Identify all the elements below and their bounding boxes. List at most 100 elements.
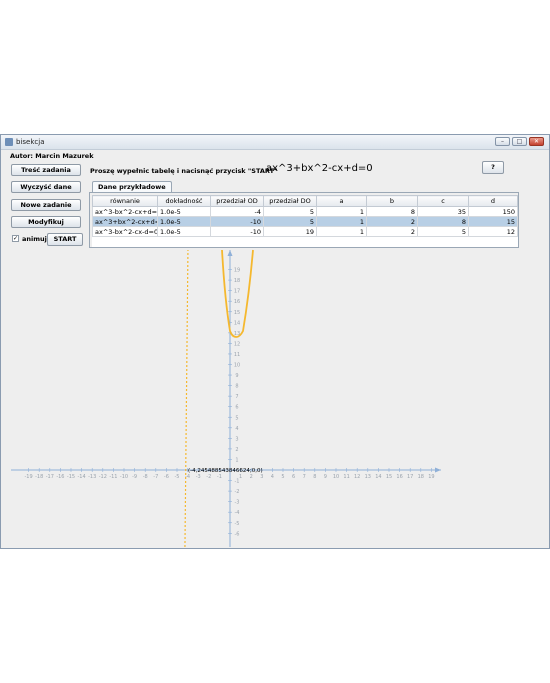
x-tick-label: -13 [88, 474, 96, 480]
x-tick-label: 7 [303, 474, 306, 480]
function-curve [184, 249, 254, 548]
x-axis-arrow [435, 467, 441, 473]
table-cell[interactable]: 15 [468, 216, 518, 227]
x-tick-label: -17 [46, 474, 54, 480]
table-cell[interactable]: -4 [210, 206, 264, 217]
y-tick-label: -2 [235, 489, 240, 495]
x-tick-label: 10 [333, 474, 339, 480]
x-tick-label: -8 [143, 474, 148, 480]
column-header[interactable]: równanie [92, 195, 158, 207]
y-tick-label: 14 [234, 320, 240, 326]
table-cell[interactable]: 1.0e-5 [157, 226, 211, 237]
y-tick-label: 15 [234, 310, 240, 316]
x-tick-label: -2 [206, 474, 211, 480]
table-cell[interactable]: 5 [263, 216, 317, 227]
table-cell[interactable]: 12 [468, 226, 518, 237]
title-bar: bisekcja – □ ✕ [1, 135, 549, 150]
x-tick-label: -3 [196, 474, 201, 480]
author-label: Autor: Marcin Mazurek [10, 152, 94, 160]
column-header[interactable]: c [417, 195, 469, 207]
window-title: bisekcja [16, 138, 45, 146]
column-header[interactable]: a [316, 195, 367, 207]
y-tick-label: 5 [235, 415, 238, 421]
table-cell[interactable]: -10 [210, 216, 264, 227]
y-axis: 19181716151413121110987654321-1-2-3-4-5-… [227, 250, 240, 547]
column-header[interactable]: przedział DO [263, 195, 317, 207]
x-tick-label: -14 [78, 474, 86, 480]
y-tick-label: 18 [234, 278, 240, 284]
table-cell[interactable]: 2 [366, 226, 418, 237]
x-tick-label: 16 [396, 474, 402, 480]
column-header[interactable]: dokładność [157, 195, 211, 207]
new-task-button[interactable]: Nowe zadanie [11, 199, 81, 211]
modify-button[interactable]: Modyfikuj [11, 216, 81, 228]
tab-panel: równanie dokładność przedział OD przedział … [89, 192, 519, 248]
x-tick-label: 11 [343, 474, 349, 480]
table-cell[interactable]: 1 [316, 226, 367, 237]
table-cell[interactable]: 2 [366, 216, 418, 227]
x-tick-label: -18 [35, 474, 43, 480]
function-plot: -19 -18 -17 -16 -15 -14 -13 -12 -11 -10 -9 -8 -7 -6 -5… [11, 249, 441, 548]
close-button[interactable]: ✕ [529, 137, 544, 146]
table-cell[interactable]: 5 [263, 206, 317, 217]
y-tick-label: -1 [235, 479, 240, 485]
y-tick-label: 3 [235, 436, 238, 442]
x-tick-label: -6 [164, 474, 169, 480]
table-cell[interactable]: 1 [316, 206, 367, 217]
minimize-button[interactable]: – [495, 137, 510, 146]
x-tick-label: -16 [56, 474, 64, 480]
table-cell[interactable]: 150 [468, 206, 518, 217]
dashed-function-curve [184, 249, 189, 548]
task-content-button[interactable]: Treść zadania [11, 164, 81, 176]
y-tick-label: 10 [234, 363, 240, 369]
column-header[interactable]: przedział OD [210, 195, 264, 207]
x-tick-label: -7 [153, 474, 158, 480]
x-tick-label: 13 [365, 474, 371, 480]
x-tick-label: -11 [109, 474, 117, 480]
y-tick-label: -6 [235, 531, 240, 537]
table-cell[interactable]: ax^3+bx^2-cx+d=0 [92, 216, 158, 227]
y-tick-label: -5 [235, 521, 240, 527]
table-cell[interactable]: ax^3-bx^2-cx+d=0 [92, 206, 158, 217]
column-header[interactable]: b [366, 195, 418, 207]
root-label: (-4,245488543846624;0,0) [188, 468, 263, 474]
x-tick-label: -15 [67, 474, 75, 480]
table-cell[interactable]: 35 [417, 206, 469, 217]
maximize-button[interactable]: □ [512, 137, 527, 146]
x-tick-label: 9 [324, 474, 327, 480]
table-cell[interactable]: 5 [417, 226, 469, 237]
animate-label: animuj [22, 235, 47, 243]
table-cell[interactable]: 8 [417, 216, 469, 227]
table-cell[interactable]: 19 [263, 226, 317, 237]
x-tick-label: 14 [375, 474, 381, 480]
table-row[interactable]: ax^3+bx^2-cx+d=0 1.0e-5 -10 5 1 2 8 15 [92, 216, 518, 227]
table-cell[interactable]: 1.0e-5 [157, 216, 211, 227]
data-table[interactable]: równanie dokładność przedział OD przedział … [92, 195, 518, 247]
application-window: bisekcja – □ ✕ Autor: Marcin Mazurek Tre… [0, 134, 550, 549]
equation-formula: ax^3+bx^2-cx+d=0 [266, 163, 373, 174]
table-cell[interactable]: 1 [316, 216, 367, 227]
x-tick-label: -9 [132, 474, 137, 480]
java-app-icon [5, 138, 13, 146]
table-row[interactable]: ax^3-bx^2-cx-d=0 1.0e-5 -10 19 1 2 5 12 [92, 226, 518, 237]
y-tick-label: 1 [235, 457, 238, 463]
help-button[interactable]: ? [482, 161, 504, 174]
y-tick-label: -3 [235, 500, 240, 506]
animate-checkbox[interactable]: ✓ [12, 235, 19, 242]
x-tick-label: 19 [428, 474, 434, 480]
table-cell[interactable]: 1.0e-5 [157, 206, 211, 217]
x-tick-label: 18 [418, 474, 424, 480]
x-tick-label: 8 [313, 474, 316, 480]
clear-data-button[interactable]: Wyczyść dane [11, 181, 81, 193]
y-tick-label: 12 [234, 341, 240, 347]
x-tick-label: 6 [292, 474, 295, 480]
x-tick-label: 5 [281, 474, 284, 480]
table-row[interactable]: ax^3-bx^2-cx+d=0 1.0e-5 -4 5 1 8 35 150 [92, 206, 518, 217]
y-tick-label: 16 [234, 299, 240, 305]
table-header-row: równanie dokładność przedział OD przedział … [92, 195, 518, 207]
column-header[interactable]: d [468, 195, 518, 207]
table-cell[interactable]: 8 [366, 206, 418, 217]
table-cell[interactable]: ax^3-bx^2-cx-d=0 [92, 226, 158, 237]
y-tick-label: 11 [234, 352, 240, 358]
table-cell[interactable]: -10 [210, 226, 264, 237]
